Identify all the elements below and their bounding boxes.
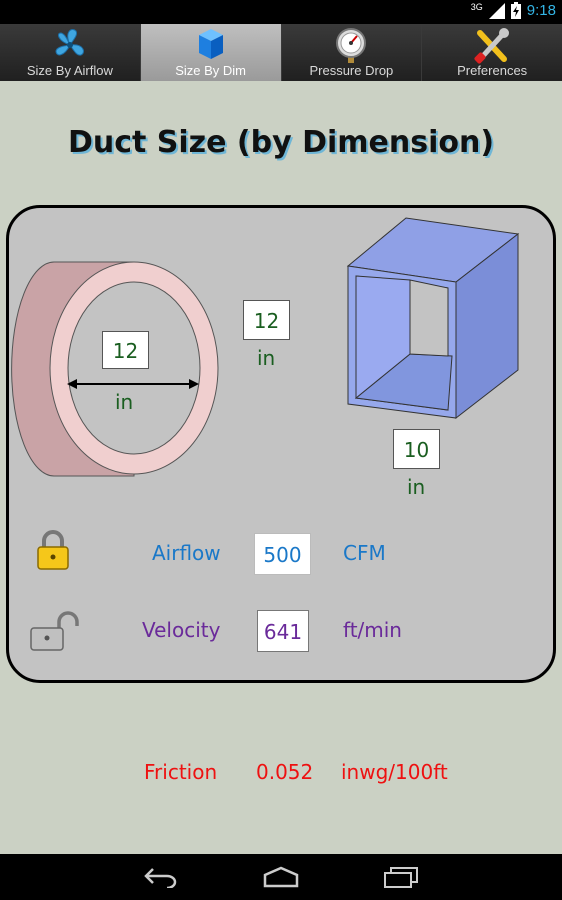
- home-icon[interactable]: [262, 866, 300, 888]
- duct-panel: 12 in 12 in 10 in Airflow 500 CFM Veloci…: [6, 205, 556, 683]
- navigation-bar: [0, 854, 562, 900]
- tab-pressure-drop[interactable]: Pressure Drop: [281, 24, 423, 81]
- lock-open-icon[interactable]: [29, 608, 81, 652]
- round-diameter-unit: in: [115, 390, 134, 414]
- page-title: Duct Size (by Dimension): [67, 125, 495, 160]
- tab-label: Size By Dim: [175, 63, 247, 78]
- clock: 9:18: [526, 2, 556, 19]
- status-icons: 3G 9:18: [471, 2, 556, 19]
- tab-label: Preferences: [457, 63, 528, 78]
- friction-label: Friction: [144, 760, 218, 784]
- velocity-label: Velocity: [142, 618, 221, 642]
- tab-bar: Size By Airflow Size By Dim Pressure Dro…: [0, 24, 562, 81]
- airflow-field[interactable]: 500: [254, 533, 311, 575]
- round-duct-illustration: [11, 261, 219, 477]
- cube-icon: [198, 29, 223, 59]
- tab-size-by-airflow[interactable]: Size By Airflow: [0, 24, 141, 81]
- rect-width-field[interactable]: 10: [393, 429, 440, 469]
- main-content: Duct Size (by Dimension) 12 in 12 in 10: [0, 81, 562, 854]
- tab-size-by-dim[interactable]: Size By Dim: [140, 24, 282, 81]
- gauge-icon: [336, 28, 367, 63]
- tab-label: Pressure Drop: [309, 63, 394, 78]
- back-icon[interactable]: [143, 866, 181, 888]
- rect-duct-illustration: [346, 217, 520, 420]
- network-type-label: 3G: [470, 1, 483, 12]
- rect-width-unit: in: [407, 475, 426, 499]
- recent-apps-icon[interactable]: [382, 866, 420, 888]
- tools-icon: [474, 28, 510, 64]
- round-diameter-field[interactable]: 12: [102, 331, 149, 369]
- airflow-label: Airflow: [152, 541, 221, 565]
- rect-height-field[interactable]: 12: [243, 300, 290, 340]
- rect-height-unit: in: [257, 346, 276, 370]
- signal-icon: [488, 2, 505, 19]
- tab-label: Size By Airflow: [26, 63, 113, 78]
- friction-unit: inwg/100ft: [341, 760, 448, 784]
- velocity-unit: ft/min: [343, 618, 402, 642]
- status-bar: 3G 9:18: [0, 0, 562, 24]
- tab-preferences[interactable]: Preferences: [422, 24, 562, 81]
- battery-icon: [510, 2, 521, 19]
- friction-value: 0.052: [256, 760, 314, 784]
- lock-closed-icon[interactable]: [35, 530, 71, 570]
- fan-icon: [55, 29, 84, 56]
- airflow-unit: CFM: [343, 541, 386, 565]
- velocity-field[interactable]: 641: [257, 610, 309, 652]
